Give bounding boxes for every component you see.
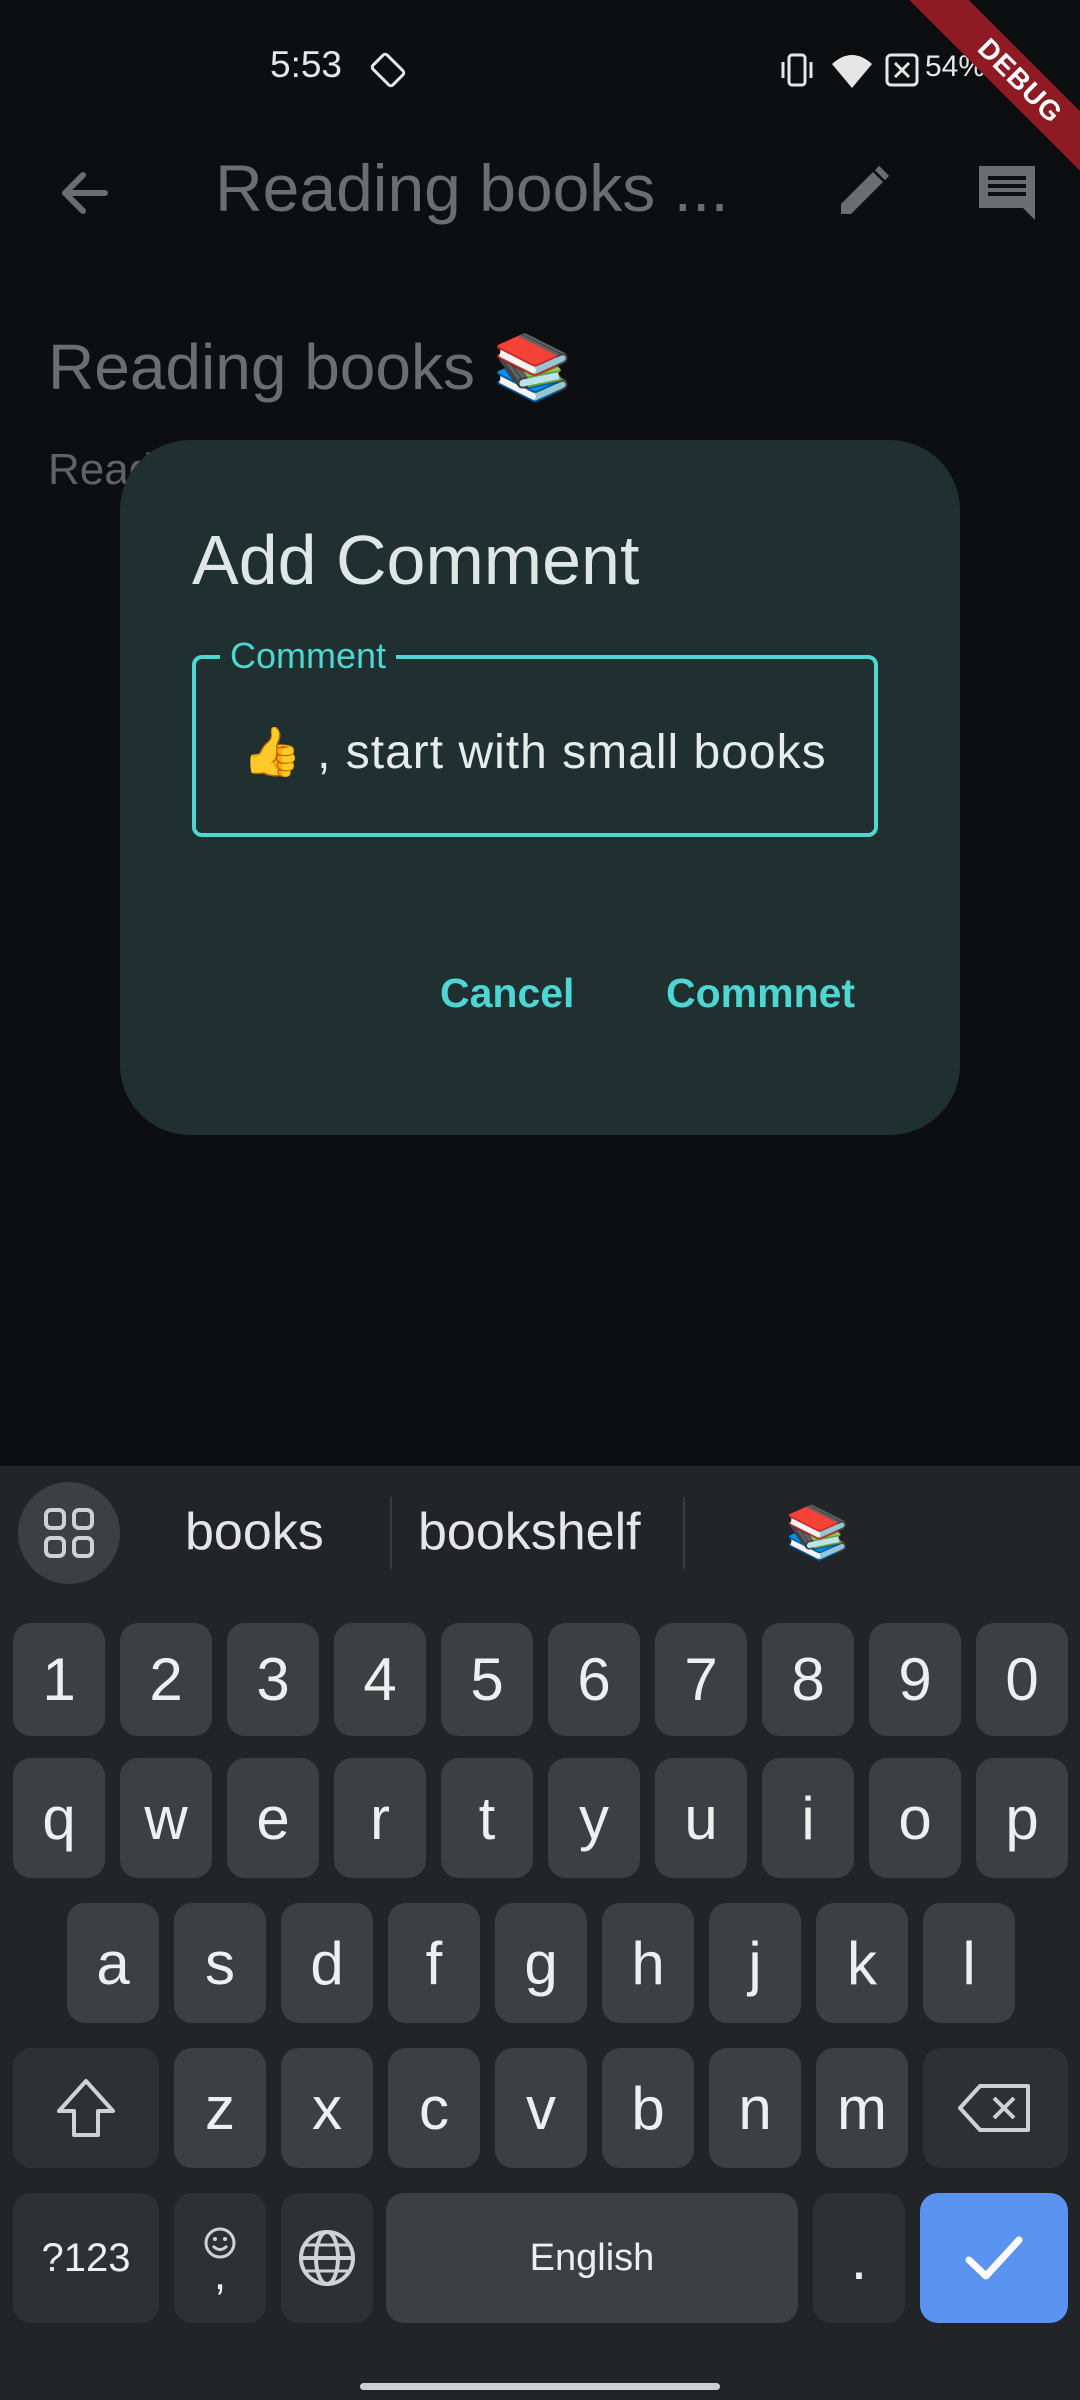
- key-8[interactable]: 8: [762, 1623, 854, 1736]
- key-o[interactable]: o: [869, 1758, 961, 1878]
- suggestion-3[interactable]: 📚: [785, 1502, 850, 1563]
- enter-done-key[interactable]: [920, 2193, 1068, 2323]
- key-g[interactable]: g: [495, 1903, 587, 2023]
- key-4[interactable]: 4: [334, 1623, 426, 1736]
- key-7[interactable]: 7: [655, 1623, 747, 1736]
- key-y[interactable]: y: [548, 1758, 640, 1878]
- shift-arrow-icon: [57, 2079, 115, 2137]
- key-2[interactable]: 2: [120, 1623, 212, 1736]
- key-p[interactable]: p: [976, 1758, 1068, 1878]
- globe-icon: [299, 2230, 355, 2286]
- wifi-icon: [832, 55, 872, 88]
- key-v[interactable]: v: [495, 2048, 587, 2168]
- page-title: Reading books ...: [215, 151, 729, 225]
- comma-label: ,: [213, 2250, 227, 2299]
- submit-comment-button[interactable]: Commnet: [666, 970, 855, 1017]
- key-w[interactable]: w: [120, 1758, 212, 1878]
- detail-title: Reading books 📚: [48, 331, 573, 403]
- backspace-icon: [957, 2084, 1030, 2132]
- key-a[interactable]: a: [67, 1903, 159, 2023]
- auto-rotate-icon: [370, 52, 406, 88]
- key-h[interactable]: h: [602, 1903, 694, 2023]
- key-5[interactable]: 5: [441, 1623, 533, 1736]
- key-r[interactable]: r: [334, 1758, 426, 1878]
- key-b[interactable]: b: [602, 2048, 694, 2168]
- add-comment-dialog: Add Comment Comment 👍 , start with small…: [120, 440, 960, 1135]
- key-d[interactable]: d: [281, 1903, 373, 2023]
- cancel-button[interactable]: Cancel: [440, 970, 574, 1017]
- shift-key[interactable]: [13, 2048, 159, 2168]
- suggestion-1[interactable]: books: [185, 1502, 324, 1562]
- key-1[interactable]: 1: [13, 1623, 105, 1736]
- apps-grid-icon: [44, 1508, 94, 1558]
- symbols-key[interactable]: ?123: [13, 2193, 159, 2323]
- vibrate-icon: [781, 53, 813, 87]
- back-arrow-icon[interactable]: [55, 163, 115, 223]
- status-time: 5:53: [270, 44, 343, 85]
- backspace-key[interactable]: [923, 2048, 1068, 2168]
- keyboard-menu-button[interactable]: [18, 1482, 120, 1584]
- key-c[interactable]: c: [388, 2048, 480, 2168]
- key-x[interactable]: x: [281, 2048, 373, 2168]
- key-u[interactable]: u: [655, 1758, 747, 1878]
- period-key[interactable]: .: [813, 2193, 905, 2323]
- key-m[interactable]: m: [816, 2048, 908, 2168]
- key-z[interactable]: z: [174, 2048, 266, 2168]
- emoji-comma-key[interactable]: ,: [174, 2193, 266, 2323]
- suggestion-divider: [390, 1497, 392, 1569]
- space-bar[interactable]: English: [386, 2193, 798, 2323]
- key-e[interactable]: e: [227, 1758, 319, 1878]
- key-q[interactable]: q: [13, 1758, 105, 1878]
- dialog-title: Add Comment: [192, 521, 640, 599]
- key-f[interactable]: f: [388, 1903, 480, 2023]
- key-l[interactable]: l: [923, 1903, 1015, 2023]
- key-i[interactable]: i: [762, 1758, 854, 1878]
- key-s[interactable]: s: [174, 1903, 266, 2023]
- key-9[interactable]: 9: [869, 1623, 961, 1736]
- key-j[interactable]: j: [709, 1903, 801, 2023]
- key-3[interactable]: 3: [227, 1623, 319, 1736]
- edit-pencil-icon[interactable]: [833, 162, 893, 222]
- suggestion-divider: [683, 1497, 685, 1569]
- suggestion-2[interactable]: bookshelf: [418, 1502, 641, 1562]
- comment-input-label: Comment: [220, 635, 397, 677]
- gesture-navigation-bar[interactable]: [360, 2383, 720, 2390]
- key-6[interactable]: 6: [548, 1623, 640, 1736]
- key-0[interactable]: 0: [976, 1623, 1068, 1736]
- key-n[interactable]: n: [709, 2048, 801, 2168]
- language-key[interactable]: [281, 2193, 373, 2323]
- comment-input-value[interactable]: 👍 , start with small books: [242, 723, 827, 780]
- key-k[interactable]: k: [816, 1903, 908, 2023]
- key-t[interactable]: t: [441, 1758, 533, 1878]
- comment-icon[interactable]: [975, 162, 1039, 226]
- checkmark-icon: [965, 2236, 1023, 2280]
